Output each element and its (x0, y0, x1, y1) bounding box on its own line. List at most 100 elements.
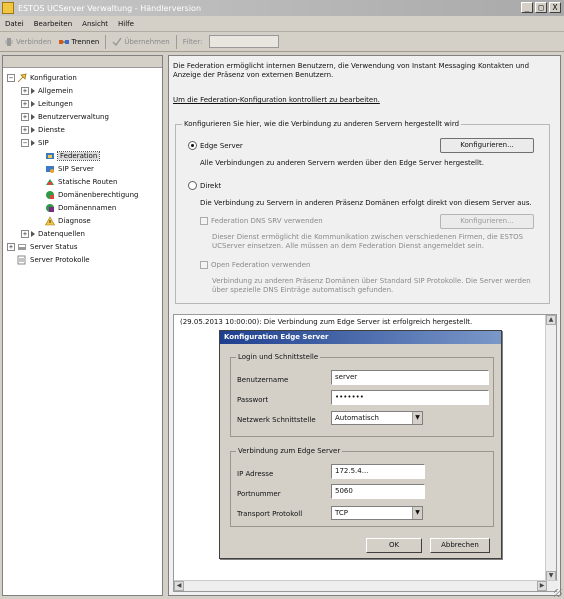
close-button[interactable]: X (549, 2, 561, 13)
open-federation-label: Open Federation verwenden (211, 261, 311, 269)
direct-radio[interactable]: Direkt (188, 181, 221, 190)
navigation-tree-pane: − Konfiguration + Allgemein + Leitungen … (2, 55, 163, 596)
tree-item-allgemein[interactable]: + Allgemein (21, 85, 73, 97)
username-input[interactable]: server (331, 370, 489, 385)
expand-icon[interactable]: + (21, 126, 29, 134)
arrow-icon (31, 127, 35, 133)
configuration-link[interactable]: Um die Federation-Konfiguration kontroll… (173, 96, 380, 104)
resize-grip-icon[interactable] (554, 589, 562, 597)
open-federation-checkbox[interactable]: Open Federation verwenden (200, 261, 310, 269)
filter-input[interactable] (209, 35, 280, 48)
routes-icon (46, 179, 54, 185)
edge-server-description: Alle Verbindungen zu anderen Servern wer… (200, 159, 484, 167)
password-input[interactable]: ••••••• (331, 390, 489, 405)
vertical-scrollbar[interactable]: ▲ ▼ (545, 315, 556, 581)
tree-item-statische-routen[interactable]: Statische Routen (45, 176, 117, 188)
arrow-icon (31, 140, 35, 146)
configure-dns-button[interactable]: Konfigurieren... (440, 214, 534, 229)
server-status-icon (18, 244, 26, 250)
arrow-icon (31, 114, 35, 120)
configure-edge-button[interactable]: Konfigurieren... (440, 138, 534, 153)
connect-label: Verbinden (16, 37, 52, 46)
scroll-up-icon[interactable]: ▲ (546, 315, 556, 325)
direct-label: Direkt (200, 181, 222, 190)
log-line: (29.05.2013 10:00:00): Die Verbindung zu… (180, 318, 473, 326)
tree-item-domaenennamen[interactable]: Domänennamen (45, 202, 116, 214)
cancel-button[interactable]: Abbrechen (430, 538, 490, 553)
connect-icon (5, 37, 13, 46)
tree-item-federation[interactable]: Federation (45, 150, 101, 162)
tree-label: Domänennamen (58, 204, 117, 212)
maximize-button[interactable]: □ (535, 2, 547, 13)
tree-item-dienste[interactable]: + Dienste (21, 124, 65, 136)
menu-view[interactable]: Ansicht (77, 20, 113, 28)
tree-label: Diagnose (58, 217, 91, 225)
tree-item-datenquellen[interactable]: + Datenquellen (21, 228, 85, 240)
tree-label: Server Status (30, 243, 78, 251)
sip-server-icon (46, 166, 54, 173)
ok-button[interactable]: OK (366, 538, 422, 553)
radio-selected-icon (188, 141, 197, 150)
interface-select[interactable]: Automatisch ▼ (331, 411, 423, 425)
federation-dns-label: Federation DNS SRV verwenden (211, 217, 323, 225)
protocol-select[interactable]: TCP ▼ (331, 506, 423, 520)
federation-dns-description: Dieser Dienst ermöglicht die Kommunikati… (212, 233, 524, 250)
tree-label: Allgemein (38, 87, 73, 95)
tree-label: Statische Routen (58, 178, 118, 186)
menu-help[interactable]: Hilfe (113, 20, 139, 28)
expand-icon[interactable]: + (7, 243, 15, 251)
federation-dns-checkbox[interactable]: Federation DNS SRV verwenden (200, 217, 323, 225)
tree-item-sip[interactable]: − SIP (21, 137, 49, 149)
connection-group-title: Verbindung zum Edge Server (236, 447, 343, 455)
edge-server-radio[interactable]: Edge Server (188, 141, 243, 150)
warning-icon (45, 216, 55, 226)
port-input[interactable]: 5060 (331, 484, 425, 499)
tree-item-diagnose[interactable]: Diagnose (45, 215, 91, 227)
tree-label: Domänenberechtigung (58, 191, 139, 199)
interface-label: Netzwerk Schnittstelle (237, 416, 316, 424)
tree-item-leitungen[interactable]: + Leitungen (21, 98, 73, 110)
tree-item-benutzerverwaltung[interactable]: + Benutzerverwaltung (21, 111, 109, 123)
expand-icon[interactable]: + (21, 113, 29, 121)
tree-item-server-protokolle[interactable]: Server Protokolle (7, 254, 90, 266)
title-bar: ESTOS UCServer Verwaltung - Händlerversi… (0, 0, 564, 16)
scroll-left-icon[interactable]: ◀ (174, 581, 184, 591)
tree-item-server-status[interactable]: + Server Status (7, 241, 78, 253)
protocol-label: Transport Protokoll (237, 510, 303, 518)
scroll-right-icon[interactable]: ▶ (537, 581, 547, 591)
tree-label: SIP Server (58, 165, 94, 173)
horizontal-scrollbar[interactable]: ◀ ▶ (174, 580, 558, 591)
tree-label: Server Protokolle (30, 256, 90, 264)
checkbox-icon (200, 217, 208, 225)
dropdown-arrow-icon[interactable]: ▼ (412, 507, 422, 519)
ip-input[interactable]: 172.5.4... (331, 464, 425, 479)
collapse-icon[interactable]: − (21, 139, 29, 147)
arrow-icon (31, 231, 35, 237)
apply-button[interactable]: Übernehmen (108, 37, 173, 47)
domain-names-icon (46, 204, 54, 212)
arrow-icon (31, 88, 35, 94)
login-groupbox: Login und Schnittstelle Benutzername ser… (230, 353, 494, 437)
port-label: Portnummer (237, 490, 281, 498)
collapse-icon[interactable]: − (7, 74, 15, 82)
menu-file[interactable]: Datei (0, 20, 29, 28)
minimize-button[interactable]: _ (521, 2, 533, 13)
tree-item-sip-server[interactable]: SIP Server (45, 163, 94, 175)
connection-groupbox: Verbindung zum Edge Server IP Adresse 17… (230, 447, 494, 527)
disconnect-label: Trennen (71, 37, 100, 46)
tree-item-domaenenberechtigung[interactable]: Domänenberechtigung (45, 189, 138, 201)
arrow-icon (31, 101, 35, 107)
tree-header (3, 56, 162, 68)
expand-icon[interactable]: + (21, 100, 29, 108)
tree-item-konfiguration[interactable]: − Konfiguration (7, 72, 77, 84)
connect-button[interactable]: Verbinden (0, 37, 55, 47)
menu-edit[interactable]: Bearbeiten (29, 20, 77, 28)
disconnect-button[interactable]: Trennen (55, 37, 103, 47)
toolbar-separator-2 (175, 34, 177, 49)
expand-icon[interactable]: + (21, 230, 29, 238)
domain-permission-icon (46, 191, 54, 199)
federation-icon (46, 153, 54, 159)
window-title: ESTOS UCServer Verwaltung - Händlerversi… (18, 3, 202, 13)
expand-icon[interactable]: + (21, 87, 29, 95)
dropdown-arrow-icon[interactable]: ▼ (412, 412, 422, 424)
